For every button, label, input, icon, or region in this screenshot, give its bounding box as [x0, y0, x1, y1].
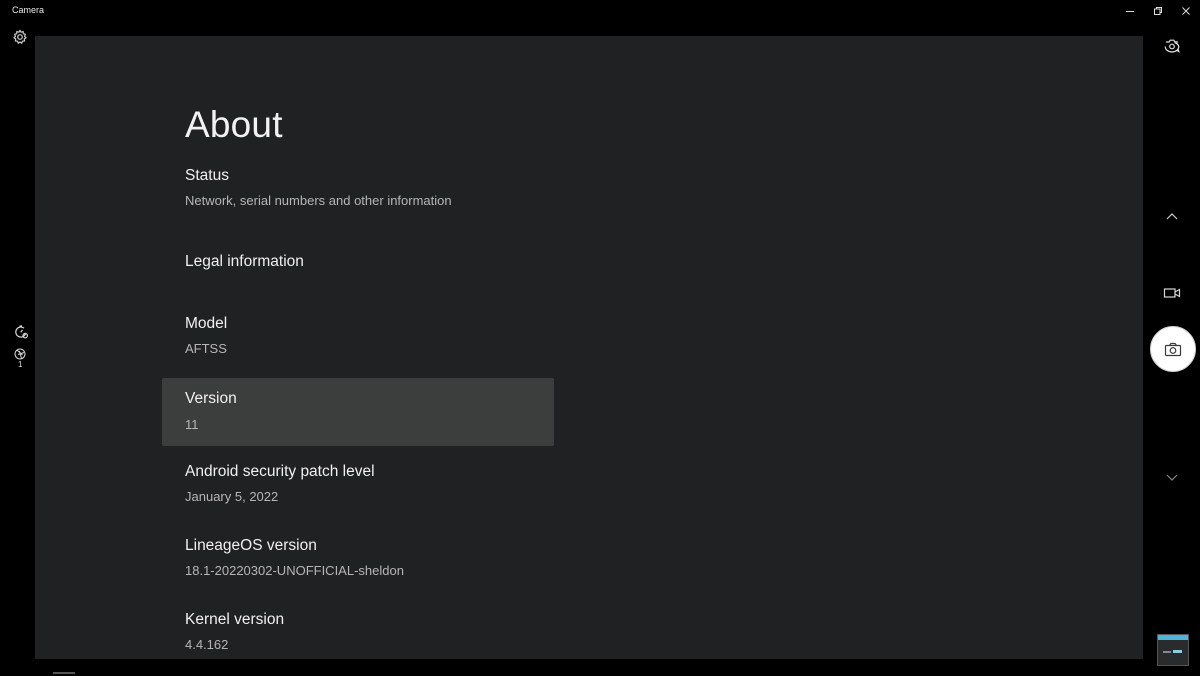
settings-button[interactable] [12, 29, 28, 45]
pref-summary: AFTSS [185, 341, 227, 356]
pref-title: LineageOS version [185, 537, 317, 554]
scroll-up-button[interactable] [1164, 208, 1180, 224]
aperture-icon [14, 348, 26, 360]
chevron-down-icon [1166, 474, 1178, 481]
pref-summary: January 5, 2022 [185, 489, 279, 504]
last-capture-thumbnail[interactable] [1157, 634, 1189, 666]
pref-item-kernel-version[interactable]: Kernel version 4.4.162 [162, 606, 554, 659]
pref-item-status[interactable]: Status Network, serial numbers and other… [162, 162, 554, 230]
pref-item-legal-information[interactable]: Legal information [162, 248, 554, 316]
minimize-icon [1126, 11, 1134, 12]
pref-title: Kernel version [185, 611, 285, 628]
video-mode-button[interactable] [1163, 286, 1181, 300]
restore-icon [1154, 7, 1162, 15]
thumbnail-detail [1173, 650, 1182, 653]
pref-summary: 18.1-20220302-UNOFFICIAL-sheldon [185, 563, 404, 578]
camera-icon [1164, 342, 1182, 356]
pref-item-model[interactable]: Model AFTSS [162, 310, 554, 378]
chevron-up-icon [1166, 213, 1178, 220]
pref-title: Model [185, 315, 228, 332]
pref-summary: 11 [185, 417, 199, 432]
pref-item-version[interactable]: Version 11 [162, 378, 554, 446]
title-bar: Camera [0, 0, 1200, 22]
timer-button[interactable] [13, 324, 29, 340]
close-icon [1182, 7, 1190, 15]
switch-camera-button[interactable] [1162, 37, 1182, 55]
timer-icon [15, 325, 29, 339]
aperture-count: 1 [18, 360, 23, 369]
take-photo-button[interactable] [1150, 326, 1196, 372]
pref-title: Status [185, 167, 229, 184]
video-camera-icon [1163, 288, 1181, 298]
camera-viewfinder: About Status Network, serial numbers and… [35, 36, 1143, 659]
thumbnail-detail [1163, 651, 1171, 653]
aperture-button[interactable] [14, 347, 26, 360]
switch-camera-icon [1164, 39, 1180, 53]
page-title: About [185, 104, 283, 145]
pref-title: Version [185, 390, 237, 407]
camera-app-window: Camera 1 About Status Network, serial nu… [0, 0, 1200, 676]
scroll-down-button[interactable] [1164, 470, 1180, 486]
pref-title: Legal information [185, 253, 304, 270]
pref-item-lineageos-version[interactable]: LineageOS version 18.1-20220302-UNOFFICI… [162, 532, 554, 600]
close-button[interactable] [1172, 0, 1200, 22]
camera-controls-rail [1143, 22, 1200, 676]
pref-summary: 4.4.162 [185, 637, 229, 652]
pref-title: Android security patch level [185, 463, 375, 480]
pref-summary: Network, serial numbers and other inform… [185, 193, 452, 208]
restore-button[interactable] [1144, 0, 1172, 22]
app-title: Camera [12, 5, 45, 15]
pref-item-security-patch[interactable]: Android security patch level January 5, … [162, 458, 554, 526]
bottom-indicator [53, 672, 75, 674]
gear-icon [13, 29, 27, 45]
minimize-button[interactable] [1116, 0, 1144, 22]
